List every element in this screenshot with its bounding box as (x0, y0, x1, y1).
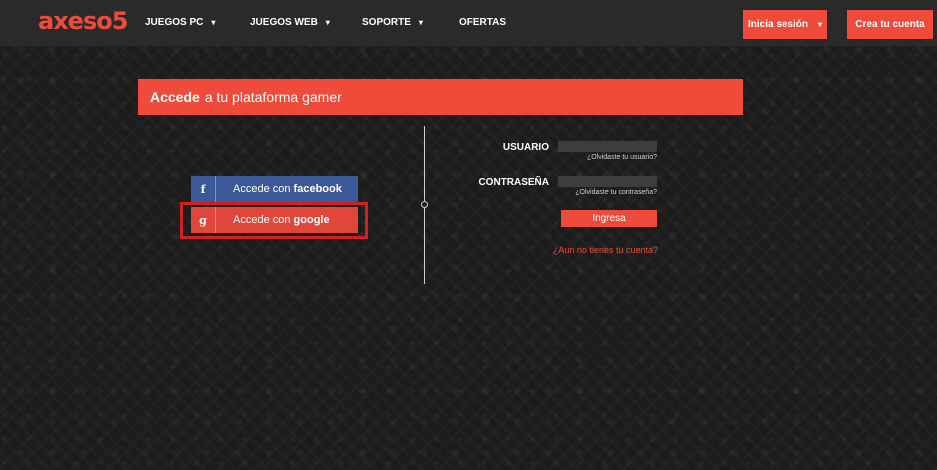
facebook-button-label: Accede con facebook (216, 183, 342, 195)
nav-soporte[interactable]: SOPORTE ▾ (362, 17, 423, 28)
login-button-label: Inicia sesión (747, 19, 808, 30)
nav-item-label: JUEGOS WEB (250, 17, 318, 28)
divider-dot (421, 201, 428, 208)
create-account-button[interactable]: Crea tu cuenta (847, 10, 933, 39)
username-input[interactable] (558, 141, 657, 152)
password-input[interactable] (558, 176, 657, 187)
chevron-down-icon: ▾ (418, 18, 423, 27)
chevron-down-icon: ▾ (818, 20, 823, 29)
facebook-icon: f (191, 176, 216, 202)
facebook-brand: facebook (293, 183, 342, 195)
nav-item-label: SOPORTE (362, 17, 411, 28)
banner-title-rest: a tu plataforma gamer (204, 89, 342, 105)
nav-juegos-web[interactable]: JUEGOS WEB ▾ (250, 17, 330, 28)
submit-login-button[interactable]: Ingresa (561, 210, 657, 227)
facebook-button-prefix: Accede con (233, 183, 291, 195)
chevron-down-icon: ▾ (325, 18, 330, 27)
banner-title-strong: Accede (150, 89, 200, 105)
password-label: CONTRASEÑA (478, 177, 549, 188)
username-label: USUARIO (502, 142, 549, 153)
forgot-password-link[interactable]: ¿Olvidaste tu contraseña? (575, 189, 657, 196)
nav-juegos-pc[interactable]: JUEGOS PC ▾ (145, 17, 215, 28)
page-banner: Accede a tu plataforma gamer (138, 79, 743, 115)
site-logo[interactable]: axeso5 (38, 7, 128, 35)
chevron-down-icon: ▾ (211, 18, 216, 27)
login-button[interactable]: Inicia sesión ▾ (743, 10, 827, 39)
top-navigation-bar: axeso5 JUEGOS PC ▾ JUEGOS WEB ▾ SOPORTE ▾ O… (0, 0, 937, 46)
facebook-login-button[interactable]: f Accede con facebook (191, 176, 358, 202)
highlight-box (180, 202, 368, 239)
nav-item-label: JUEGOS PC (145, 17, 204, 28)
create-account-label: Crea tu cuenta (855, 19, 925, 30)
nav-ofertas[interactable]: OFERTAS (459, 17, 506, 28)
forgot-username-link[interactable]: ¿Olvidaste tu usuario? (587, 154, 657, 161)
register-link[interactable]: ¿Aun no tienes tu cuenta? (553, 245, 658, 255)
nav-item-label: OFERTAS (459, 17, 507, 28)
